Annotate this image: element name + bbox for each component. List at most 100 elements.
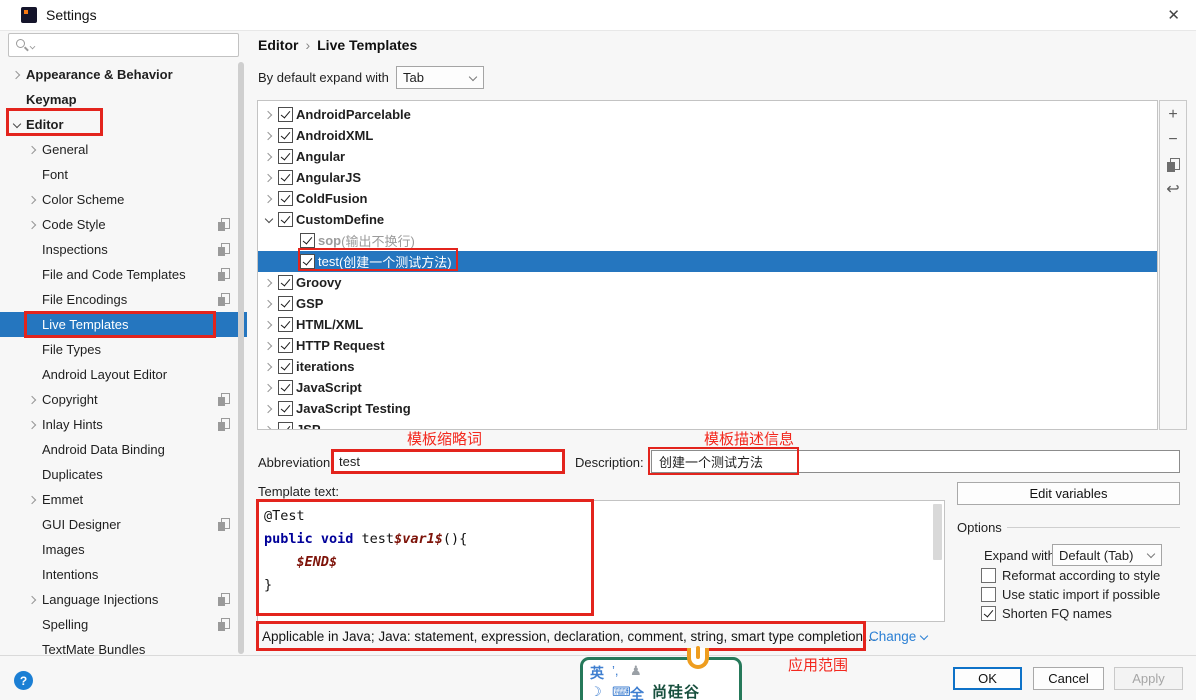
template-row-javascript-testing[interactable]: JavaScript Testing (258, 398, 1157, 419)
sidebar-item-spelling[interactable]: Spelling (0, 612, 247, 637)
chevron-right-icon[interactable] (26, 418, 40, 432)
template-row-html-xml[interactable]: HTML/XML (258, 314, 1157, 335)
template-row-http-request[interactable]: HTTP Request (258, 335, 1157, 356)
chevron-right-icon[interactable] (262, 423, 276, 430)
checkbox[interactable] (278, 401, 293, 416)
sidebar-item-color-scheme[interactable]: Color Scheme (0, 187, 247, 212)
chevron-right-icon[interactable] (26, 393, 40, 407)
checkbox[interactable] (981, 568, 996, 583)
sidebar-item-file-types[interactable]: File Types (0, 337, 247, 362)
help-icon[interactable]: ? (14, 671, 33, 690)
sidebar-item-language-injections[interactable]: Language Injections (0, 587, 247, 612)
checkbox[interactable] (981, 587, 996, 602)
chevron-right-icon[interactable] (26, 218, 40, 232)
sidebar-item-inlay-hints[interactable]: Inlay Hints (0, 412, 247, 437)
editor-scrollbar[interactable] (933, 504, 942, 560)
chevron-right-icon[interactable] (262, 108, 276, 122)
checkbox[interactable] (300, 233, 315, 248)
checkbox[interactable] (278, 359, 293, 374)
template-row-gsp[interactable]: GSP (258, 293, 1157, 314)
option-reformat-according-to-style[interactable]: Reformat according to style (981, 566, 1160, 585)
close-icon[interactable]: ✕ (1167, 6, 1180, 24)
sidebar-item-live-templates[interactable]: Live Templates (0, 312, 247, 337)
edit-variables-button[interactable]: Edit variables (957, 482, 1180, 505)
abbreviation-field[interactable]: test (331, 449, 565, 474)
sidebar-item-general[interactable]: General (0, 137, 247, 162)
sidebar-item-emmet[interactable]: Emmet (0, 487, 247, 512)
change-link[interactable]: Change (869, 629, 928, 644)
chevron-right-icon[interactable] (262, 129, 276, 143)
sidebar-item-code-style[interactable]: Code Style (0, 212, 247, 237)
sidebar-item-editor[interactable]: Editor (0, 112, 247, 137)
option-shorten-fq-names[interactable]: Shorten FQ names (981, 604, 1160, 623)
remove-icon[interactable]: − (1164, 131, 1182, 149)
chevron-right-icon[interactable] (262, 192, 276, 206)
checkbox[interactable] (278, 275, 293, 290)
sidebar-scrollbar[interactable] (238, 62, 244, 654)
template-row-angularjs[interactable]: AngularJS (258, 167, 1157, 188)
chevron-right-icon[interactable] (10, 68, 24, 82)
chevron-right-icon[interactable] (262, 276, 276, 290)
sidebar-item-file-encodings[interactable]: File Encodings (0, 287, 247, 312)
template-row-iterations[interactable]: iterations (258, 356, 1157, 377)
sidebar-item-duplicates[interactable]: Duplicates (0, 462, 247, 487)
sidebar-item-gui-designer[interactable]: GUI Designer (0, 512, 247, 537)
checkbox[interactable] (300, 254, 315, 269)
checkbox[interactable] (278, 338, 293, 353)
chevron-down-icon[interactable] (10, 118, 24, 132)
checkbox[interactable] (278, 422, 293, 429)
checkbox[interactable] (278, 170, 293, 185)
checkbox[interactable] (278, 380, 293, 395)
template-row-sop[interactable]: sop (输出不换行) (258, 230, 1157, 251)
chevron-right-icon[interactable] (262, 318, 276, 332)
cancel-button[interactable]: Cancel (1033, 667, 1104, 690)
sidebar-item-font[interactable]: Font (0, 162, 247, 187)
sidebar-item-keymap[interactable]: Keymap (0, 87, 247, 112)
template-row-androidparcelable[interactable]: AndroidParcelable (258, 104, 1157, 125)
chevron-right-icon[interactable] (262, 297, 276, 311)
template-row-androidxml[interactable]: AndroidXML (258, 125, 1157, 146)
sidebar-item-file-and-code-templates[interactable]: File and Code Templates (0, 262, 247, 287)
sidebar-item-copyright[interactable]: Copyright (0, 387, 247, 412)
chevron-right-icon[interactable] (26, 593, 40, 607)
template-row-test[interactable]: test (创建一个测试方法) (258, 251, 1157, 272)
checkbox[interactable] (278, 296, 293, 311)
chevron-right-icon[interactable] (262, 381, 276, 395)
ok-button[interactable]: OK (953, 667, 1022, 690)
chevron-right-icon[interactable] (26, 143, 40, 157)
sidebar-item-images[interactable]: Images (0, 537, 247, 562)
checkbox[interactable] (278, 317, 293, 332)
description-field[interactable]: 创建一个测试方法 (651, 450, 1180, 473)
breadcrumb-item-editor[interactable]: Editor (258, 37, 298, 53)
sidebar-item-android-data-binding[interactable]: Android Data Binding (0, 437, 247, 462)
template-row-coldfusion[interactable]: ColdFusion (258, 188, 1157, 209)
expand-with-dropdown[interactable]: Default (Tab) (1052, 544, 1162, 566)
default-expand-dropdown[interactable]: Tab (396, 66, 484, 89)
checkbox[interactable] (278, 191, 293, 206)
sidebar-item-appearance-behavior[interactable]: Appearance & Behavior (0, 62, 247, 87)
chevron-right-icon[interactable] (262, 171, 276, 185)
sidebar-item-inspections[interactable]: Inspections (0, 237, 247, 262)
sidebar-item-intentions[interactable]: Intentions (0, 562, 247, 587)
search-input[interactable] (8, 33, 239, 57)
checkbox[interactable] (278, 212, 293, 227)
checkbox[interactable] (981, 606, 996, 621)
chevron-right-icon[interactable] (262, 339, 276, 353)
chevron-right-icon[interactable] (262, 360, 276, 374)
template-text-editor[interactable]: @Test public void test$var1$(){ $END$} (257, 500, 945, 622)
add-icon[interactable]: + (1164, 106, 1182, 124)
template-row-angular[interactable]: Angular (258, 146, 1157, 167)
chevron-right-icon[interactable] (26, 493, 40, 507)
template-row-groovy[interactable]: Groovy (258, 272, 1157, 293)
sidebar-item-android-layout-editor[interactable]: Android Layout Editor (0, 362, 247, 387)
chevron-right-icon[interactable] (26, 193, 40, 207)
checkbox[interactable] (278, 149, 293, 164)
option-use-static-import-if-possible[interactable]: Use static import if possible (981, 585, 1160, 604)
duplicate-icon[interactable] (1166, 158, 1180, 172)
checkbox[interactable] (278, 128, 293, 143)
template-row-customdefine[interactable]: CustomDefine (258, 209, 1157, 230)
chevron-right-icon[interactable] (262, 150, 276, 164)
chevron-down-icon[interactable] (262, 213, 276, 227)
sidebar-item-textmate-bundles[interactable]: TextMate Bundles (0, 637, 247, 656)
chevron-right-icon[interactable] (262, 402, 276, 416)
